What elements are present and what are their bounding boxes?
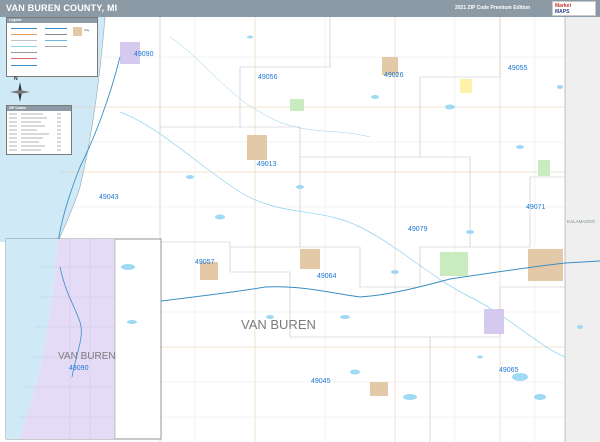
legend-title: Legend	[7, 18, 97, 23]
zip-label-49064: 49064	[317, 273, 337, 280]
zip-label-49090: 49090	[134, 51, 154, 58]
map-legend: Legend City	[6, 17, 98, 77]
legend-line-2b	[45, 34, 67, 38]
legend-scale-bar	[11, 65, 37, 69]
zip-label-49013: 49013	[257, 161, 277, 168]
compass-icon	[10, 82, 30, 102]
legend-line-2d	[45, 46, 67, 50]
zip-label-49043: 49043	[99, 194, 119, 201]
inset-county-label: VAN BUREN	[58, 351, 116, 362]
neighbor-county-shade	[565, 17, 600, 442]
zip-label-49055: 49055	[508, 65, 528, 72]
title-bar: VAN BUREN COUNTY, MI 2021 ZIP Code Premi…	[0, 0, 600, 17]
city-gobles	[460, 79, 472, 93]
legend-road-line	[11, 40, 37, 44]
city-lawton	[484, 309, 504, 334]
county-map[interactable]: KALAMAZOO 49090 49056 49026 49055 49013 …	[0, 16, 600, 442]
legend-line-2a	[45, 28, 67, 32]
legend-city-label: City	[84, 28, 90, 32]
zip-code-table: ZIP Codes	[6, 105, 72, 155]
zip-label-49057: 49057	[195, 259, 215, 266]
inset-lake-1	[121, 264, 135, 270]
legend-railroad-line	[11, 58, 37, 62]
legend-boundary-line	[11, 52, 37, 56]
legend-city-swatch	[73, 27, 82, 36]
inset-zip-label-49090: 49090	[69, 365, 89, 372]
city-decatur	[370, 382, 388, 396]
zip-label-49071: 49071	[526, 204, 546, 211]
zip-label-49026: 49026	[384, 72, 404, 79]
zip-label-49079: 49079	[408, 226, 428, 233]
inset-map[interactable]: VAN BUREN 49090	[5, 238, 162, 440]
city-bloomingdale-south	[300, 249, 320, 269]
logo-line-2: MAPS	[555, 9, 570, 15]
legend-line-2c	[45, 40, 67, 44]
neighbor-county-label: KALAMAZOO	[567, 219, 596, 224]
legend-highway-line	[11, 34, 37, 38]
county-label: VAN BUREN	[241, 317, 316, 332]
inset-lake-2	[127, 320, 137, 324]
edition-label: 2021 ZIP Code Premium Edition	[455, 5, 531, 11]
city-bangor	[247, 135, 267, 160]
zip-label-49045: 49045	[311, 378, 331, 385]
zip-table-rows	[9, 113, 61, 151]
legend-stream-line	[11, 46, 37, 50]
legend-interstate-line	[11, 28, 37, 32]
publisher-logo: Market MAPS	[552, 1, 596, 16]
zip-label-49056: 49056	[258, 74, 278, 81]
city-covert	[290, 99, 304, 111]
zip-label-49065: 49065	[499, 367, 519, 374]
map-area[interactable]: KALAMAZOO 49090 49056 49026 49055 49013 …	[0, 16, 600, 442]
map-page: VAN BUREN COUNTY, MI 2021 ZIP Code Premi…	[0, 0, 600, 442]
city-paw-paw	[440, 252, 468, 276]
city-bloomingdale	[538, 160, 550, 176]
page-title: VAN BUREN COUNTY, MI	[6, 3, 118, 13]
